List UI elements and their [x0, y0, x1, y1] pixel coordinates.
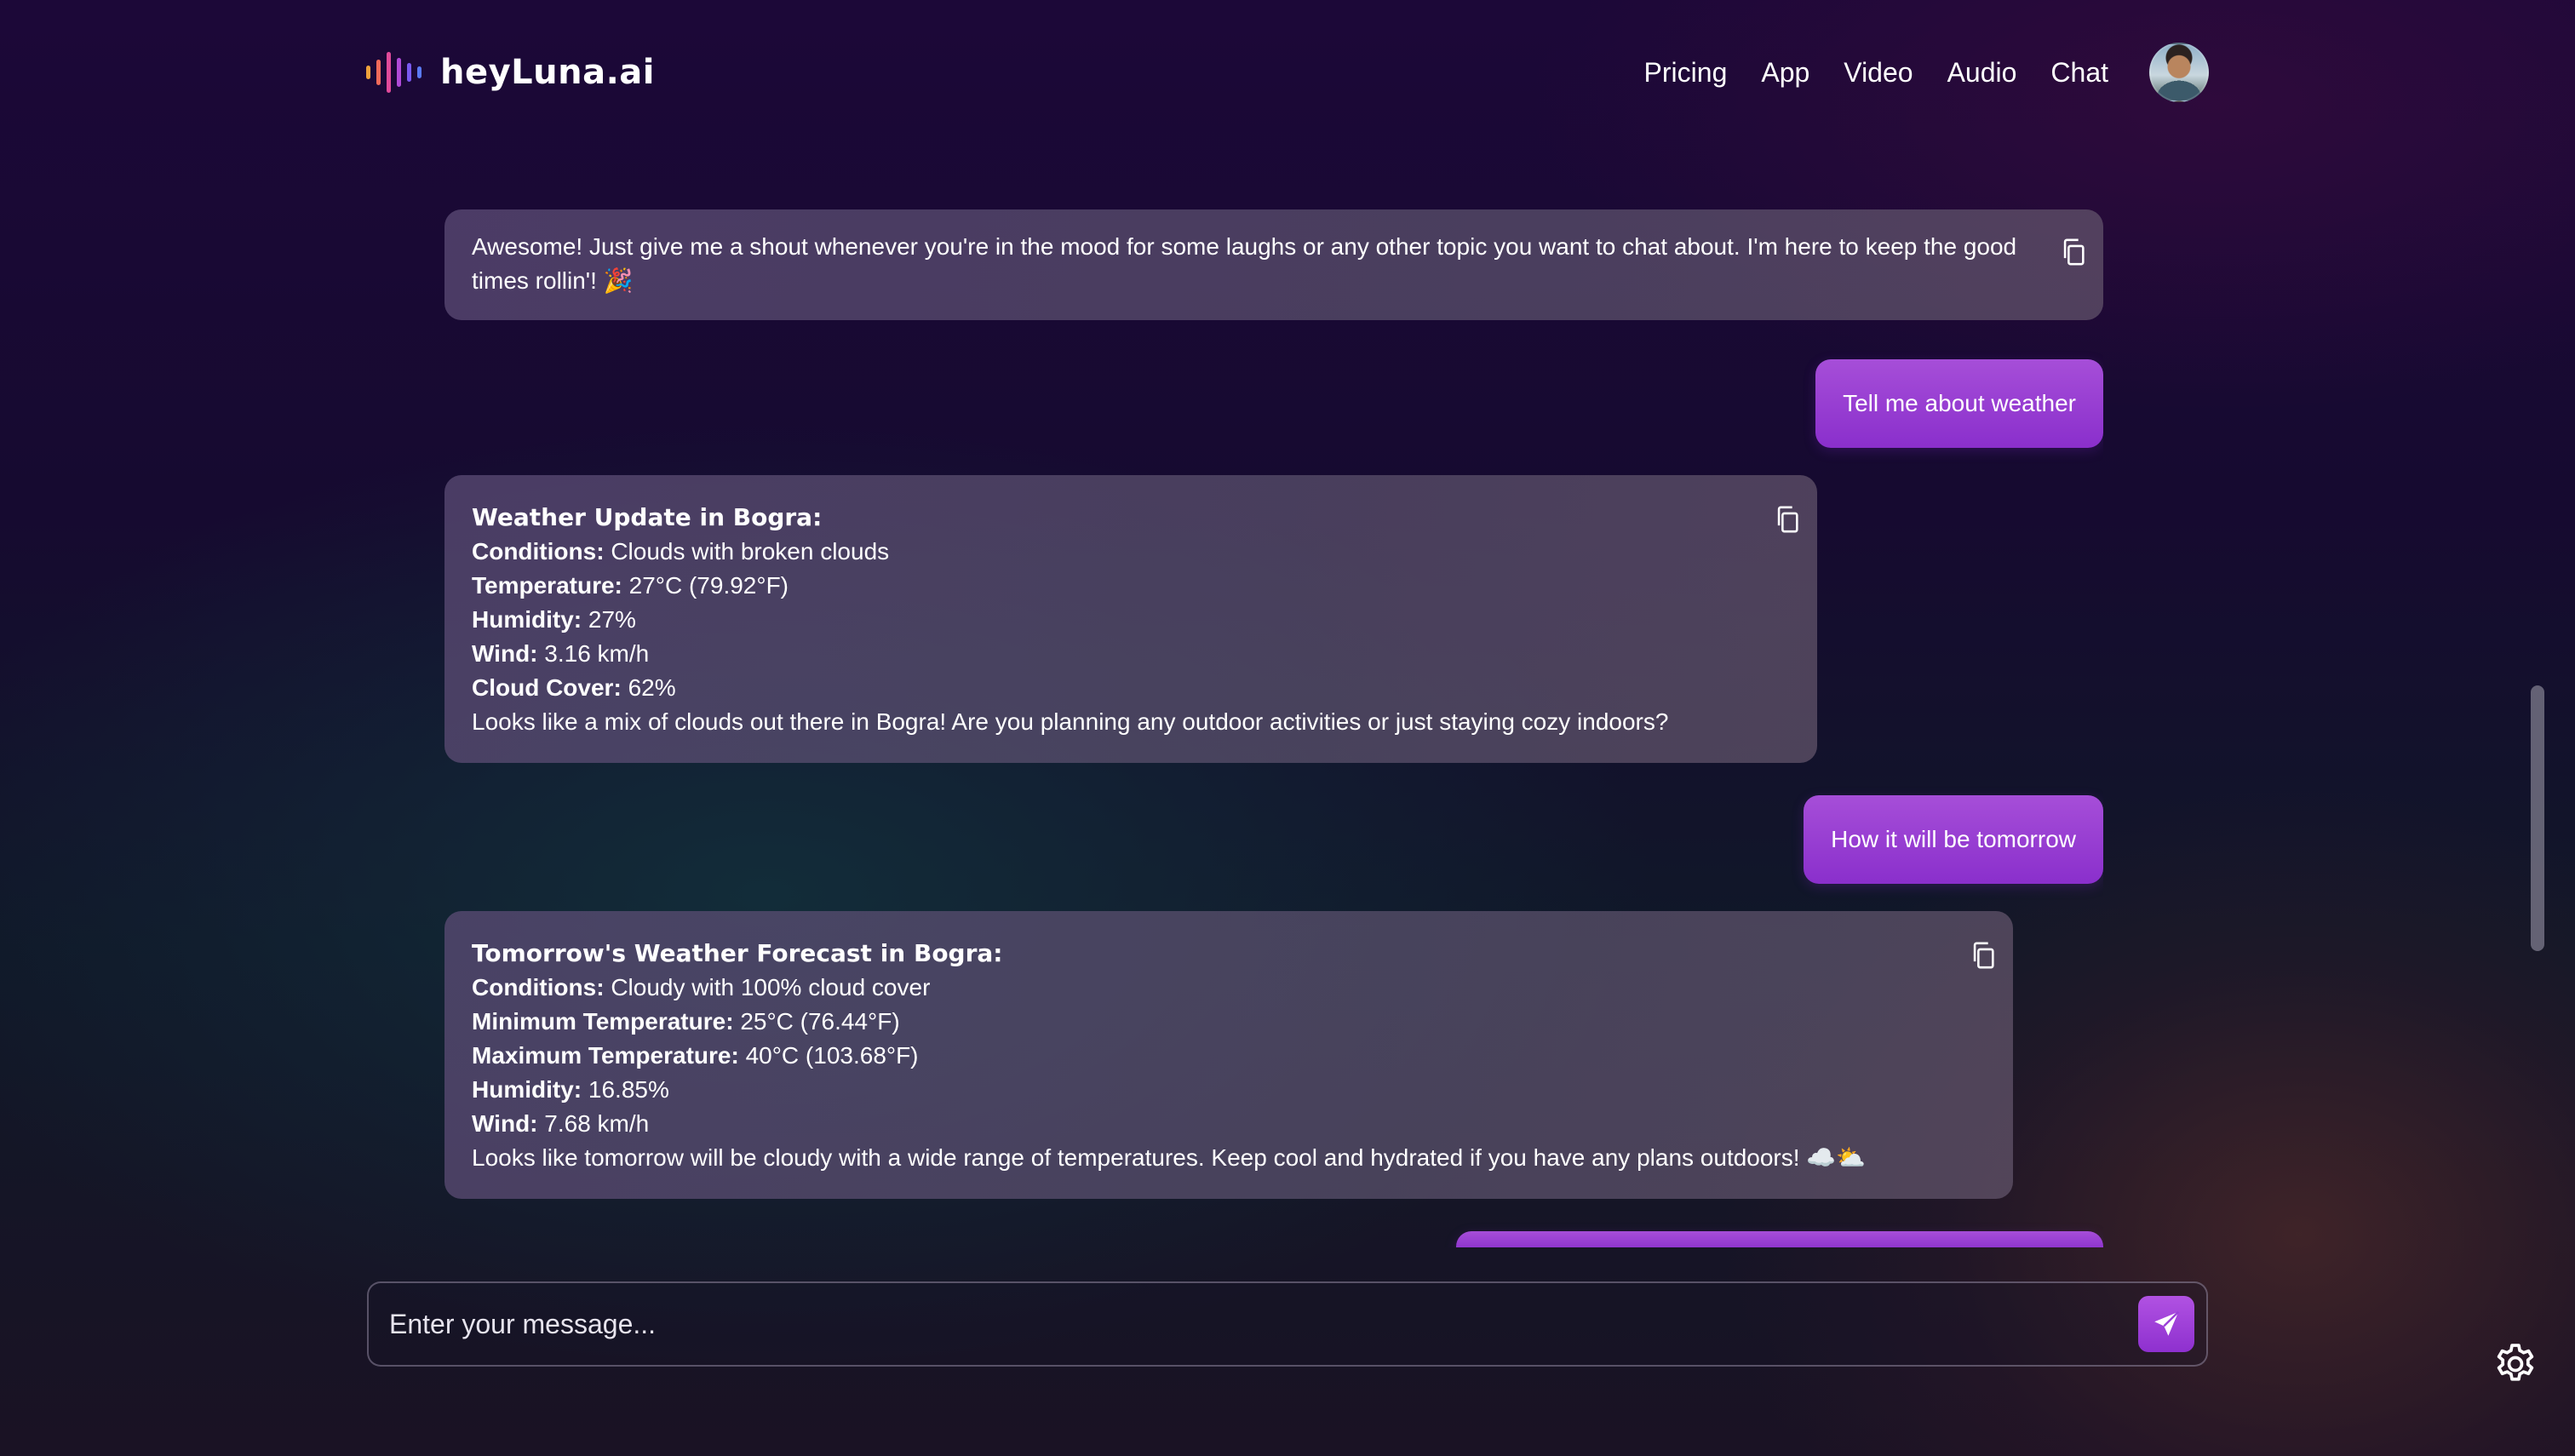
weather-row: Wind: 7.68 km/h [472, 1107, 1928, 1141]
row-value: 7.68 km/h [544, 1110, 650, 1137]
weather-row: Wind: 3.16 km/h [472, 637, 1732, 671]
nav-pricing[interactable]: Pricing [1644, 57, 1728, 89]
row-value: 27°C (79.92°F) [628, 572, 789, 599]
message-composer [367, 1281, 2208, 1367]
message-text: Tell me about weather [1843, 390, 2076, 416]
weather-row: Cloud Cover: 62% [472, 671, 1732, 705]
logo-bar [366, 66, 370, 79]
message-heading: Tomorrow's Weather Forecast in Bogra: [472, 939, 1003, 967]
row-value: 40°C (103.68°F) [745, 1042, 919, 1069]
brand-logo-link[interactable]: heyLuna.ai [366, 34, 655, 111]
row-label: Maximum Temperature: [472, 1042, 739, 1069]
row-label: Humidity: [472, 1076, 582, 1103]
assistant-message: Awesome! Just give me a shout whenever y… [444, 209, 2103, 320]
nav-chat[interactable]: Chat [2050, 57, 2108, 89]
user-avatar[interactable] [2149, 43, 2209, 102]
logo-bar [417, 66, 422, 78]
assistant-message: Weather Update in Bogra: Conditions: Clo… [444, 475, 1817, 763]
row-label: Conditions: [472, 538, 605, 565]
message-footer: Looks like a mix of clouds out there in … [472, 708, 1669, 735]
weather-row: Humidity: 16.85% [472, 1073, 1928, 1107]
logo-icon [366, 49, 422, 96]
main-nav: Pricing App Video Audio Chat [1644, 34, 2209, 111]
row-label: Minimum Temperature: [472, 1008, 734, 1035]
nav-video[interactable]: Video [1844, 57, 1913, 89]
row-label: Conditions: [472, 974, 605, 1000]
user-message: How it will be tomorrow [1804, 795, 2103, 884]
row-label: Cloud Cover: [472, 674, 622, 701]
logo-bar [387, 52, 391, 93]
row-label: Humidity: [472, 606, 582, 633]
chat-thread: Awesome! Just give me a shout whenever y… [444, 111, 2103, 1247]
weather-row: Temperature: 27°C (79.92°F) [472, 569, 1732, 603]
row-value: 3.16 km/h [544, 640, 650, 667]
chat-scrollbar-thumb[interactable] [2531, 685, 2544, 951]
row-value: Cloudy with 100% cloud cover [611, 974, 931, 1000]
message-input[interactable] [389, 1283, 2109, 1365]
copy-icon[interactable] [2059, 237, 2088, 267]
row-value: 16.85% [588, 1076, 669, 1103]
brand-name: heyLuna.ai [440, 53, 656, 92]
assistant-message: Tomorrow's Weather Forecast in Bogra: Co… [444, 911, 2013, 1199]
weather-row: Conditions: Clouds with broken clouds [472, 535, 1732, 569]
row-label: Temperature: [472, 572, 622, 599]
logo-bar [397, 58, 401, 87]
row-label: Wind: [472, 640, 538, 667]
send-icon [2154, 1310, 2180, 1336]
message-text: Awesome! Just give me a shout whenever y… [472, 233, 2017, 294]
gear-icon[interactable] [2492, 1340, 2539, 1388]
row-value: 25°C (76.44°F) [740, 1008, 900, 1035]
top-header: heyLuna.ai Pricing App Video Audio Chat [366, 34, 2209, 111]
message-heading: Weather Update in Bogra: [472, 503, 823, 531]
user-message-partial [1456, 1231, 2103, 1247]
user-message: Tell me about weather [1815, 359, 2103, 448]
send-button[interactable] [2138, 1296, 2194, 1352]
row-value: 27% [588, 606, 636, 633]
weather-row: Maximum Temperature: 40°C (103.68°F) [472, 1039, 1928, 1073]
row-value: 62% [628, 674, 676, 701]
weather-row: Minimum Temperature: 25°C (76.44°F) [472, 1005, 1928, 1039]
weather-row: Conditions: Cloudy with 100% cloud cover [472, 971, 1928, 1005]
row-label: Wind: [472, 1110, 538, 1137]
copy-icon[interactable] [1773, 504, 1802, 535]
copy-icon[interactable] [1969, 940, 1998, 971]
nav-app[interactable]: App [1761, 57, 1809, 89]
message-text: How it will be tomorrow [1831, 826, 2076, 852]
nav-audio[interactable]: Audio [1947, 57, 2017, 89]
row-value: Clouds with broken clouds [611, 538, 890, 565]
weather-row: Humidity: 27% [472, 603, 1732, 637]
message-footer: Looks like tomorrow will be cloudy with … [472, 1144, 1867, 1171]
logo-bar [407, 63, 411, 82]
logo-bar [376, 60, 381, 85]
